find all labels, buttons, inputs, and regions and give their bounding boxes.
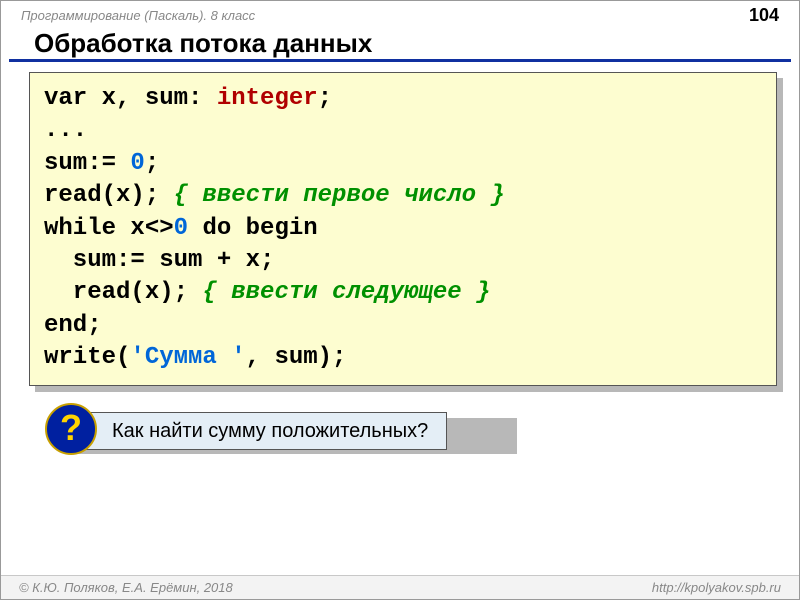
code-text: sum:=	[44, 150, 130, 177]
code-text: read(x);	[44, 279, 202, 306]
code-box: var x, sum: integer; ... sum:= 0; read(x…	[29, 72, 777, 386]
code-text: sum:= sum + x;	[44, 247, 274, 274]
code-text	[188, 215, 202, 242]
footer-url: http://kpolyakov.spb.ru	[652, 580, 781, 595]
slide-footer: © К.Ю. Поляков, Е.А. Ерёмин, 2018 http:/…	[1, 575, 799, 599]
code-text: x, sum:	[87, 85, 217, 112]
copyright: © К.Ю. Поляков, Е.А. Ерёмин, 2018	[19, 580, 233, 595]
code-text: integer	[217, 85, 318, 112]
question-box: ? Как найти сумму положительных?	[71, 412, 447, 450]
code-text: 'Сумма '	[130, 344, 245, 371]
slide: Программирование (Паскаль). 8 класс 104 …	[0, 0, 800, 600]
page-number: 104	[749, 5, 779, 26]
code-text: var	[44, 85, 87, 112]
code-text: x<>	[116, 215, 174, 242]
code-text: ...	[44, 117, 87, 144]
code-text: write(	[44, 344, 130, 371]
slide-title: Обработка потока данных	[9, 26, 791, 62]
code-text: ;	[87, 312, 101, 339]
question-mark-icon: ?	[45, 403, 97, 455]
code-block: var x, sum: integer; ... sum:= 0; read(x…	[29, 72, 777, 386]
code-comment: { ввести первое число }	[174, 182, 505, 209]
question-text: Как найти сумму положительных?	[112, 420, 428, 442]
code-text: read(x);	[44, 182, 174, 209]
code-text: 0	[174, 215, 188, 242]
breadcrumb: Программирование (Паскаль). 8 класс	[21, 8, 255, 23]
code-text: end	[44, 312, 87, 339]
question-area: ? Как найти сумму положительных?	[71, 412, 799, 450]
code-text: do begin	[202, 215, 317, 242]
code-text: ;	[145, 150, 159, 177]
code-comment: { ввести следующее }	[202, 279, 490, 306]
code-text: ;	[318, 85, 332, 112]
code-text: while	[44, 215, 116, 242]
slide-header: Программирование (Паскаль). 8 класс 104	[1, 1, 799, 26]
code-text: , sum);	[246, 344, 347, 371]
code-text: 0	[130, 150, 144, 177]
